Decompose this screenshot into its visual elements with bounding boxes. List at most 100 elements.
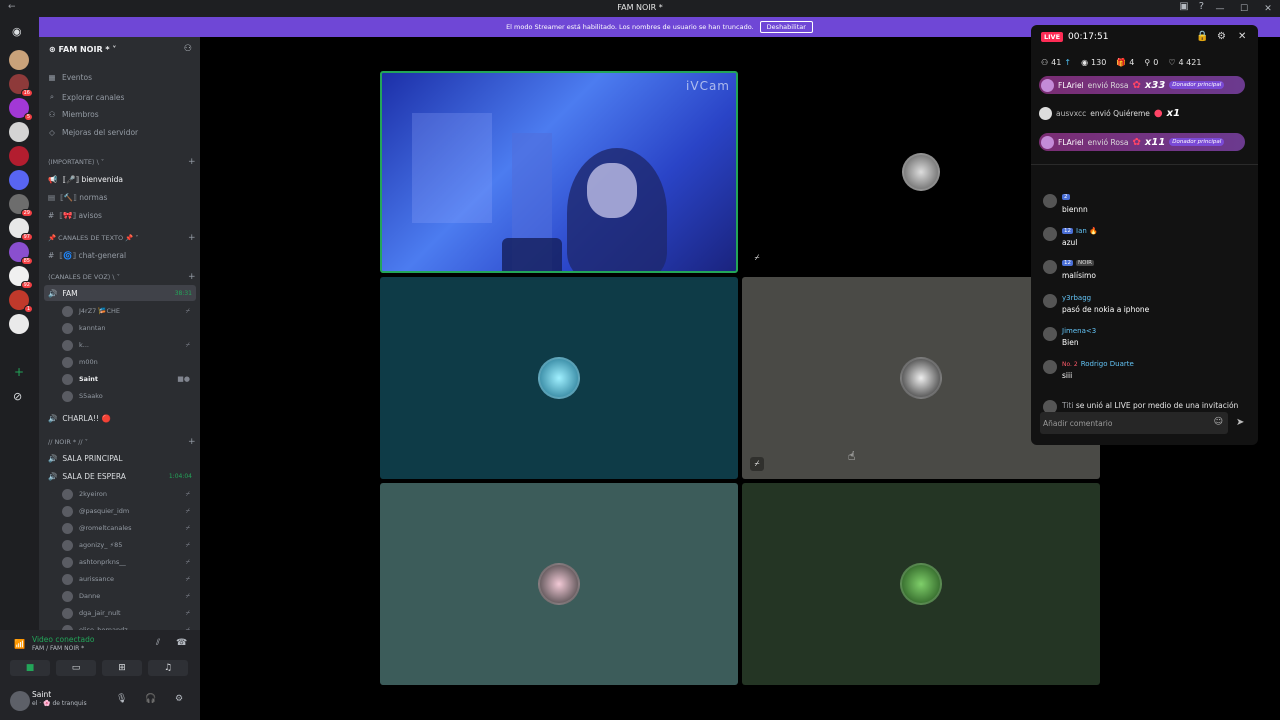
share-screen-button[interactable]: ▭ xyxy=(56,660,96,676)
nav-explore[interactable]: ⌕ Explorar canales xyxy=(48,92,125,102)
voice-channel-charla-label: CHARLA!! 🔴 xyxy=(62,413,111,423)
avatar xyxy=(900,563,942,605)
channel-avisos[interactable]: # ⟦🎀⟧ avisos xyxy=(44,207,196,223)
voice-channel-sala-espera[interactable]: 🔊 SALA DE ESPERA 1:04:04 xyxy=(44,468,196,484)
nav-events-label: Eventos xyxy=(62,73,92,82)
server-icon[interactable] xyxy=(9,122,29,142)
video-tile-user[interactable] xyxy=(380,277,738,479)
maximize-button[interactable]: ☐ xyxy=(1232,0,1256,17)
send-icon[interactable]: ➤ xyxy=(1236,417,1244,428)
add-server-icon[interactable]: + xyxy=(14,365,24,379)
avatar xyxy=(1041,78,1054,92)
voice-user[interactable]: agonizy_ ⚡85 ⌿ xyxy=(62,537,196,553)
channel-normas[interactable]: ▤ ⟦🔨⟧ normas xyxy=(44,189,196,205)
disable-streamer-button[interactable]: Deshabilitar xyxy=(759,21,813,33)
close-window-button[interactable]: ✕ xyxy=(1256,0,1280,17)
divider xyxy=(1031,164,1258,165)
hash-icon: # xyxy=(48,210,55,220)
voice-user[interactable]: aurissance ⌿ xyxy=(62,571,196,587)
rules-icon: ▤ xyxy=(48,192,56,202)
lock-icon[interactable]: 🔒 xyxy=(1196,31,1208,42)
settings-icon[interactable]: ⚙ xyxy=(1217,31,1226,42)
voice-user[interactable]: J4rZ7 🎏CHE ⌿ xyxy=(62,303,196,319)
server-icon[interactable]: 29 xyxy=(9,194,33,217)
server-icon[interactable] xyxy=(9,50,29,70)
help-icon[interactable]: ? xyxy=(1199,1,1204,12)
settings-icon[interactable]: ⚙ xyxy=(175,694,183,704)
live-chat-overlay: LIVE 00:17:51 🔒 ⚙ ✕ ⚇ 41 ↑ ◉ 130 🎁 4 ⚲ 0 ♡ 4 4… xyxy=(1031,25,1258,445)
voice-user[interactable]: Danne ⌿ xyxy=(62,588,196,604)
soundboard-button[interactable]: ♫ xyxy=(148,660,188,676)
gift-multiplier: x33 xyxy=(1144,79,1166,91)
mention-badge: 1 xyxy=(23,305,33,313)
category-noir[interactable]: // NOIR * // ˅ + xyxy=(48,437,196,447)
rose-icon: ✿ xyxy=(1132,79,1141,91)
voice-user-name: dga_jair_nult xyxy=(79,609,121,617)
title-bar: ← FAM NOIR * ▣ ? — ☐ ✕ xyxy=(0,0,1280,17)
channel-chat-general[interactable]: # ⟦🌀⟧ chat-general xyxy=(44,247,196,263)
server-icon[interactable]: 5 xyxy=(9,98,33,121)
add-channel-icon[interactable]: + xyxy=(188,272,196,282)
voice-user-name: J4rZ7 🎏CHE xyxy=(79,307,121,315)
voice-channel-sala-principal[interactable]: 🔊 SALA PRINCIPAL xyxy=(44,450,196,466)
voice-user[interactable]: dga_jair_nult ⌿ xyxy=(62,605,196,621)
voice-user-name: Danne xyxy=(79,592,101,600)
people-icon: ⚇ xyxy=(1041,58,1049,67)
minimize-button[interactable]: — xyxy=(1208,0,1232,17)
voice-user[interactable]: k... ⌿ xyxy=(62,337,196,353)
category-importante[interactable]: ⟨IMPORTANTE⟩ \ ˅ + xyxy=(48,157,196,167)
disconnect-icon[interactable]: ☎ xyxy=(176,638,187,648)
nav-events[interactable]: ▦ Eventos xyxy=(48,73,92,82)
nav-members-label: Miembros xyxy=(62,110,99,119)
comment-input[interactable] xyxy=(1043,415,1203,431)
avatar[interactable] xyxy=(10,691,30,711)
voice-user[interactable]: m00n xyxy=(62,354,196,370)
channel-bienvenida[interactable]: 📢 ⟦🎤⟧ bienvenida xyxy=(44,171,196,187)
server-icon[interactable] xyxy=(9,146,29,166)
add-channel-icon[interactable]: + xyxy=(188,233,196,243)
emoji-icon[interactable]: ☺ xyxy=(1214,417,1223,427)
category-voz[interactable]: ⟨CANALES DE VOZ⟩ \ ˅ + xyxy=(48,272,196,282)
server-icon[interactable]: 16 xyxy=(9,74,33,97)
discord-home-icon[interactable]: ◉ xyxy=(12,25,22,38)
voice-user[interactable]: S5aako xyxy=(62,388,196,404)
close-icon[interactable]: ✕ xyxy=(1238,31,1246,42)
add-channel-icon[interactable]: + xyxy=(188,157,196,167)
camera-button[interactable]: ■ xyxy=(10,660,50,676)
add-channel-icon[interactable]: + xyxy=(188,437,196,447)
avatar xyxy=(900,357,942,399)
voice-channel-charla[interactable]: 🔊 CHARLA!! 🔴 xyxy=(44,410,196,426)
voice-user[interactable]: Saint ■● xyxy=(62,371,196,387)
guild-header[interactable]: ⊛ FAM NOIR * ˅ ⚇ xyxy=(39,40,200,60)
voice-user[interactable]: @romeltcanales ⌿ xyxy=(62,520,196,536)
voice-timer: 1:04:04 xyxy=(168,472,192,480)
discover-icon[interactable]: ⊘ xyxy=(13,390,22,403)
chat-text: azul xyxy=(1062,238,1078,247)
inbox-icon[interactable]: ▣ xyxy=(1179,1,1188,12)
server-icon[interactable] xyxy=(9,170,29,190)
server-icon[interactable]: 85 xyxy=(9,242,33,265)
activities-button[interactable]: ⊞ xyxy=(102,660,142,676)
voice-user-name: @romeltcanales xyxy=(79,524,132,532)
voice-user[interactable]: @pasquier_idm ⌿ xyxy=(62,503,196,519)
video-tile-camera[interactable]: iVCam xyxy=(380,71,738,273)
server-icon[interactable]: 1 xyxy=(9,290,33,313)
invite-icon[interactable]: ⚇ xyxy=(184,44,192,54)
category-texto[interactable]: 📌 CANALES DE TEXTO 📌 ˅ + xyxy=(48,233,196,243)
mute-icon: ⌿ xyxy=(185,574,190,583)
server-list: ◉ 16 5 29 97 85 92 1 + ⊘ xyxy=(0,17,39,720)
server-icon[interactable]: 92 xyxy=(9,266,33,289)
video-tile-user[interactable] xyxy=(742,483,1100,685)
server-icon[interactable] xyxy=(9,314,29,334)
microphone-icon[interactable]: 🎙 xyxy=(116,694,127,704)
server-icon[interactable]: 97 xyxy=(9,218,33,241)
voice-user[interactable]: ashtonprkns__ ⌿ xyxy=(62,554,196,570)
headphones-icon[interactable]: 🎧 xyxy=(145,694,156,704)
nav-members[interactable]: ⚇ Miembros xyxy=(48,110,99,119)
voice-channel-fam[interactable]: 🔊 FAM 38:31 xyxy=(44,285,196,301)
video-tile-user[interactable] xyxy=(380,483,738,685)
nav-boosts[interactable]: ◇ Mejoras del servidor xyxy=(48,128,138,137)
noise-suppression-icon[interactable]: ⫽ xyxy=(156,638,160,648)
voice-user[interactable]: kanntan xyxy=(62,320,196,336)
voice-user[interactable]: 2kyeiron ⌿ xyxy=(62,486,196,502)
